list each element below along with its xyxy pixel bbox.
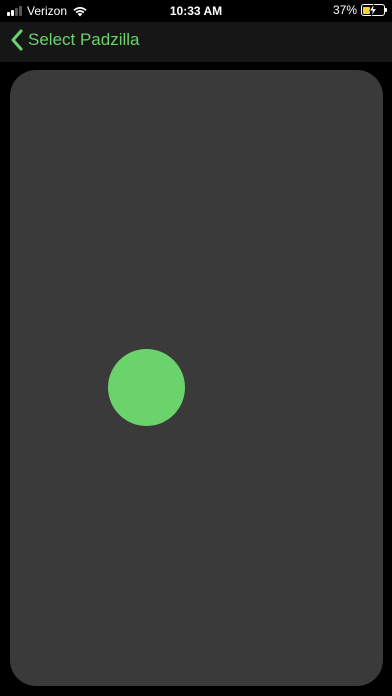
navigation-bar: Select Padzilla (0, 22, 392, 62)
back-button-label: Select Padzilla (28, 30, 140, 49)
charging-bolt-icon (368, 4, 378, 16)
status-right: 37% (332, 3, 387, 17)
status-bar: Verizon 10:33 AM 37% (0, 0, 392, 22)
touch-pad[interactable] (10, 70, 383, 686)
pad-cursor-dot[interactable] (108, 349, 185, 426)
back-button[interactable]: Select Padzilla (10, 29, 140, 51)
battery-percent: 37% (332, 3, 357, 17)
chevron-left-icon (11, 29, 23, 51)
battery-icon (361, 4, 387, 16)
battery-tip (385, 8, 387, 12)
